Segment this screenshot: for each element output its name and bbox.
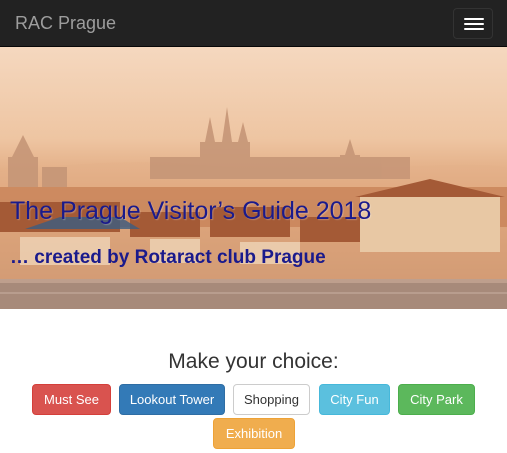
top-navbar: RAC Prague — [0, 0, 507, 47]
prague-castle-panorama — [0, 107, 507, 309]
lookout-tower-button[interactable]: Lookout Tower — [119, 384, 225, 415]
shopping-button[interactable]: Shopping — [233, 384, 310, 415]
hero-banner: The Prague Visitor’s Guide 2018 … create… — [0, 47, 507, 309]
choice-heading: Make your choice: — [168, 350, 339, 373]
hero-title: The Prague Visitor’s Guide 2018 — [10, 197, 372, 225]
navbar-toggle-button[interactable] — [453, 8, 493, 39]
hero-subtitle: … created by Rotaract club Prague — [10, 247, 326, 268]
city-fun-button[interactable]: City Fun — [319, 384, 390, 415]
exhibition-button[interactable]: Exhibition — [213, 418, 295, 449]
city-park-button[interactable]: City Park — [398, 384, 475, 415]
brand-link[interactable]: RAC Prague — [15, 13, 116, 33]
must-see-button[interactable]: Must See — [32, 384, 111, 415]
